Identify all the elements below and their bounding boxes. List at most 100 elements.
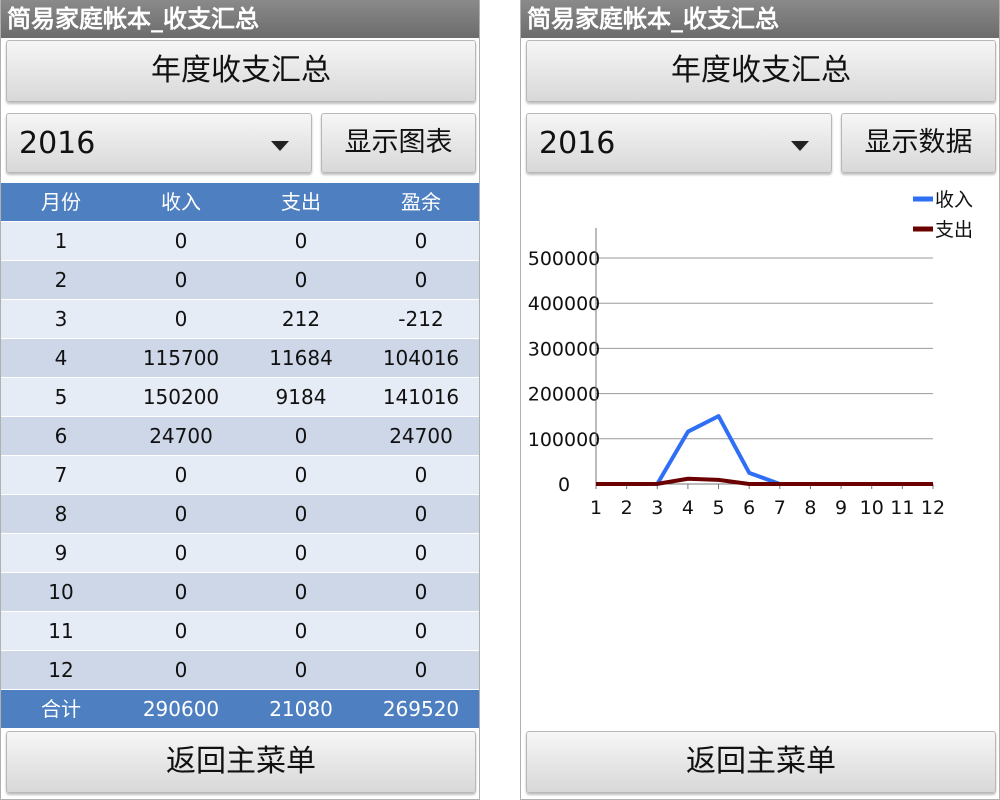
cell-income: 115700: [142, 346, 220, 370]
cell-month: 4: [54, 346, 68, 370]
annual-summary-button[interactable]: 年度收支汇总: [6, 40, 476, 102]
cell-income: 150200: [142, 385, 220, 409]
y-tick-label: 400000: [528, 293, 601, 315]
dropdown-arrow-icon: [271, 141, 289, 151]
y-tick-label: 300000: [528, 338, 601, 360]
cell-expense: 0: [294, 424, 308, 448]
cell-month: 1: [54, 229, 68, 253]
table-total-row: 合计 290600 21080 269520: [1, 690, 479, 729]
table-body: 1 0 0 0 2 0 0 0 3 0 212 -212 4 115700 11684 104016 5 1502…: [1, 222, 479, 690]
table-row: 1 0 0 0: [1, 222, 479, 261]
table-row: 8 0 0 0: [1, 495, 479, 534]
cell-income: 0: [174, 619, 188, 643]
x-tick-label: 9: [835, 497, 847, 519]
cell-surplus: 0: [414, 229, 428, 253]
table-row: 6 24700 0 24700: [1, 417, 479, 456]
cell-month: 9: [54, 541, 68, 565]
x-tick-label: 12: [921, 497, 945, 519]
app-title: 简易家庭帐本_收支汇总: [1, 0, 479, 38]
cell-month: 6: [54, 424, 68, 448]
back-to-menu-button[interactable]: 返回主菜单: [6, 731, 476, 793]
cell-surplus: 0: [414, 268, 428, 292]
cell-month: 3: [54, 307, 68, 331]
header-surplus: 盈余: [401, 190, 441, 214]
cell-income: 0: [174, 502, 188, 526]
header-month: 月份: [41, 190, 81, 214]
app-title: 简易家庭帐本_收支汇总: [521, 0, 999, 38]
total-surplus: 269520: [382, 697, 460, 721]
annual-summary-button[interactable]: 年度收支汇总: [526, 40, 996, 102]
cell-expense: 0: [294, 658, 308, 682]
cell-surplus: 104016: [382, 346, 460, 370]
cell-expense: 212: [281, 307, 321, 331]
y-tick-label: 0: [558, 474, 570, 496]
dropdown-arrow-icon: [791, 141, 809, 151]
legend-label: 收入: [935, 189, 973, 211]
y-tick-label: 500000: [528, 248, 601, 270]
cell-surplus: 0: [414, 580, 428, 604]
screen-chart-view: 简易家庭帐本_收支汇总 年度收支汇总 2016 显示数据 0 100000 2000…: [520, 0, 1000, 800]
year-select-value: 2016: [19, 126, 96, 161]
x-tick-label: 6: [743, 497, 755, 519]
cell-income: 0: [174, 658, 188, 682]
x-tick-label: 11: [890, 497, 914, 519]
income-expense-chart: 0 100000 200000 300000 400000 500000 1 2 3 4 5 6 7 8 9…: [521, 180, 999, 544]
cell-month: 10: [48, 580, 74, 604]
cell-income: 0: [174, 541, 188, 565]
year-select-value: 2016: [539, 126, 616, 161]
series-line-income: [596, 414, 933, 486]
cell-surplus: 24700: [389, 424, 453, 448]
table-row: 10 0 0 0: [1, 573, 479, 612]
cell-surplus: 0: [414, 619, 428, 643]
cell-month: 11: [48, 619, 74, 643]
year-select[interactable]: 2016: [526, 113, 832, 173]
header-expense: 支出: [281, 190, 321, 214]
cell-surplus: 0: [414, 502, 428, 526]
x-tick-label: 4: [682, 497, 694, 519]
table-row: 9 0 0 0: [1, 534, 479, 573]
cell-expense: 0: [294, 502, 308, 526]
cell-month: 8: [54, 502, 68, 526]
cell-surplus: 0: [414, 463, 428, 487]
x-tick-label: 5: [712, 497, 724, 519]
table-row: 3 0 212 -212: [1, 300, 479, 339]
table-row: 2000: [1, 261, 479, 300]
x-tick-label: 10: [860, 497, 884, 519]
cell-surplus: 0: [414, 658, 428, 682]
summary-table: 月份 收入 支出 盈余 1 0 0 0 2 0 0 0 3 0 212 -212 4 115700 1168…: [1, 183, 479, 729]
table-row: 11 0 0 0: [1, 612, 479, 651]
cell-surplus: 0: [414, 541, 428, 565]
cell-surplus: -212: [398, 307, 444, 331]
table-row: 4 115700 11684 104016: [1, 339, 479, 378]
x-tick-label: 8: [804, 497, 816, 519]
cell-expense: 0: [294, 463, 308, 487]
screen-table-view: 简易家庭帐本_收支汇总 年度收支汇总 2016 显示图表 月份 收入 支出 盈余…: [0, 0, 480, 800]
cell-expense: 0: [294, 619, 308, 643]
cell-expense: 0: [294, 580, 308, 604]
table-row: 7 0 0 0: [1, 456, 479, 495]
show-chart-button[interactable]: 显示图表: [321, 113, 476, 173]
cell-expense: 11684: [269, 346, 333, 370]
x-tick-label: 3: [651, 497, 663, 519]
y-tick-label: 200000: [528, 384, 601, 406]
table-row: 12 0 0 0: [1, 651, 479, 690]
cell-expense: 0: [294, 229, 308, 253]
table-header-row: 月份 收入 支出 盈余: [1, 183, 479, 222]
cell-income: 0: [174, 307, 188, 331]
total-expense: 21080: [269, 697, 333, 721]
y-tick-label: 100000: [528, 429, 601, 451]
cell-income: 24700: [149, 424, 213, 448]
cell-month: 5: [54, 385, 68, 409]
header-income: 收入: [161, 190, 201, 214]
cell-income: 0: [174, 268, 188, 292]
total-income: 290600: [142, 697, 220, 721]
x-tick-label: 7: [774, 497, 786, 519]
cell-expense: 9184: [275, 385, 327, 409]
total-label: 合计: [41, 697, 81, 721]
year-select[interactable]: 2016: [6, 113, 312, 173]
cell-month: 7: [54, 463, 68, 487]
back-to-menu-button[interactable]: 返回主菜单: [526, 731, 996, 793]
cell-month: 12: [48, 658, 74, 682]
x-tick-label: 2: [621, 497, 633, 519]
show-data-button[interactable]: 显示数据: [841, 113, 996, 173]
